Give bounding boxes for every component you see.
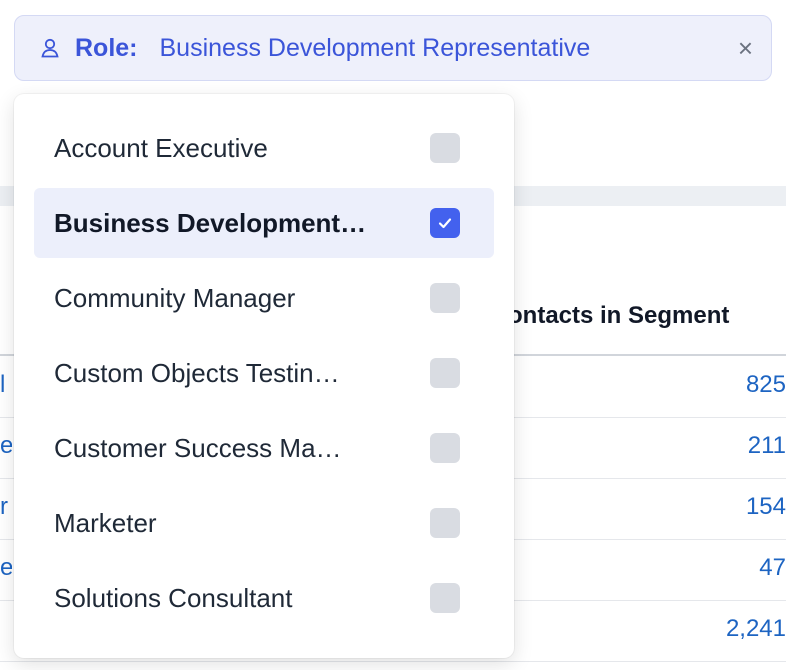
role-option-label: Solutions Consultant [54,582,293,613]
contacts-count-link[interactable]: 825 [746,371,786,399]
role-option-checkbox[interactable] [430,433,460,463]
role-option-label: Customer Success Ma… [54,432,342,463]
row-name-link[interactable]: r . [0,493,12,521]
row-name-link[interactable]: e [0,432,12,460]
role-option-label: Business Development… [54,207,367,238]
contacts-count-link[interactable]: 2,241 [726,615,786,643]
role-filter-chip[interactable]: Role: Business Development Representativ… [14,15,772,81]
contacts-count-link[interactable]: 211 [748,432,786,460]
role-option[interactable]: Solutions Consultant [34,563,494,633]
row-name-link[interactable]: l [0,371,12,399]
role-option-checkbox[interactable] [430,358,460,388]
role-option-label: Community Manager [54,282,296,313]
role-option[interactable]: Custom Objects Testin… [34,338,494,408]
contacts-count-link[interactable]: 154 [746,493,786,521]
role-option-label: Marketer [54,507,157,538]
role-option[interactable]: Community Manager [34,263,494,333]
column-header-contacts[interactable]: ontacts in Segment [508,296,729,336]
role-option-checkbox[interactable] [430,133,460,163]
role-option-checkbox[interactable] [430,583,460,613]
role-option[interactable]: Account Executive [34,113,494,183]
filter-key: Role: [75,33,138,62]
role-option[interactable]: Customer Success Ma… [34,413,494,483]
checkmark-icon [438,218,452,229]
role-option-checkbox[interactable] [430,508,460,538]
role-option-checkbox[interactable] [430,283,460,313]
contacts-count-link[interactable]: 47 [759,554,786,582]
filter-value: Business Development Representative [159,33,591,62]
role-dropdown-menu: Account Executive Business Development… … [14,94,514,658]
role-option-label: Account Executive [54,132,268,163]
user-icon [39,37,61,59]
role-option-label: Custom Objects Testin… [54,357,340,388]
close-icon[interactable]: × [738,33,753,64]
role-option-checkbox[interactable] [430,208,460,238]
role-option[interactable]: Marketer [34,488,494,558]
role-option-selected[interactable]: Business Development… [34,188,494,258]
row-name-link[interactable]: e [0,554,12,582]
